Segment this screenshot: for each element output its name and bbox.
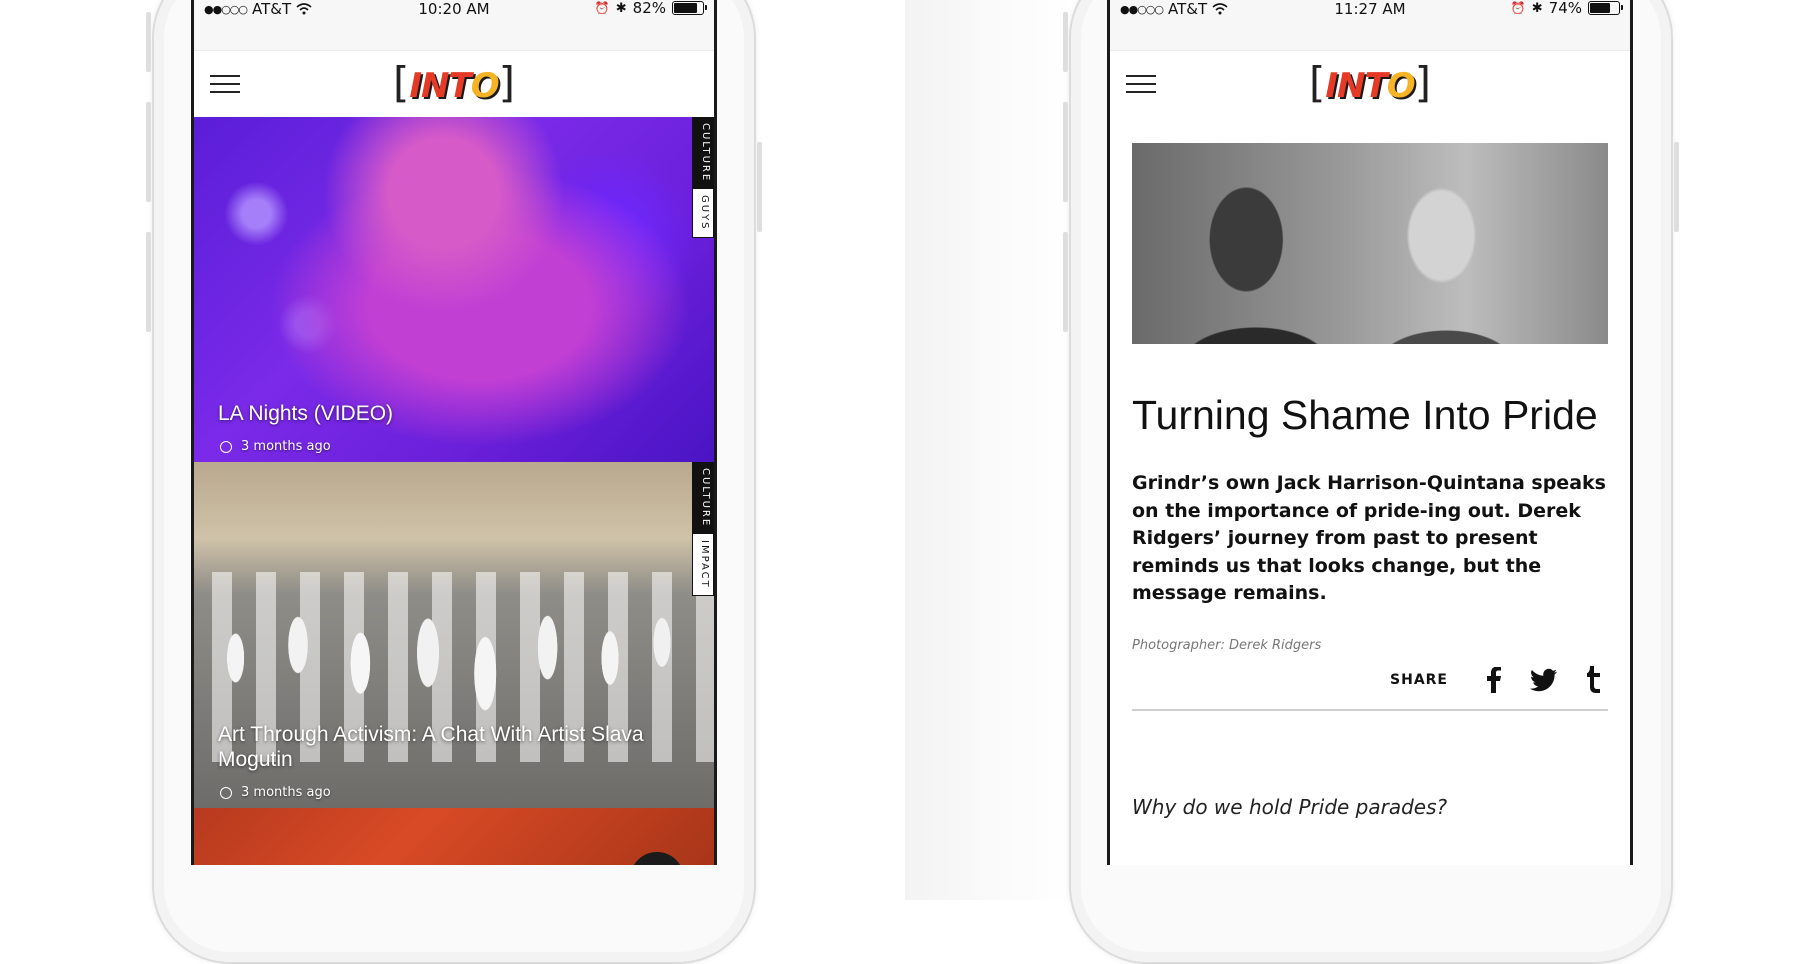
status-right: ⏰ ✱ 82% — [594, 0, 707, 17]
volume-down-button — [1063, 232, 1068, 332]
card-time: 3 months ago — [241, 439, 331, 454]
logo-text: INTO — [409, 66, 499, 106]
battery-percent: 82% — [632, 0, 666, 17]
volume-up-button — [146, 102, 151, 202]
phone-frame-right: ●●○○○ AT&T 11:27 AM ⏰ ✱ 74% [INTO] Turni… — [1063, 0, 1679, 964]
power-button — [757, 142, 762, 232]
tag-impact[interactable]: IMPACT — [692, 533, 714, 596]
into-logo[interactable]: [INTO] — [194, 61, 714, 108]
chat-badge-icon[interactable] — [630, 852, 684, 865]
card-tags: CULTURE GUYS — [692, 117, 714, 238]
status-bar: ●●○○○ AT&T 11:27 AM ⏰ ✱ 74% — [1110, 0, 1630, 50]
card-time: 3 months ago — [241, 785, 331, 800]
app-header: [INTO] — [194, 50, 714, 117]
logo-text: INTO — [1325, 66, 1415, 106]
status-bar: ●●○○○ AT&T 10:20 AM ⏰ ✱ 82% — [194, 0, 714, 50]
bluetooth-icon: ✱ — [615, 0, 627, 16]
tag-culture[interactable]: CULTURE — [692, 117, 714, 189]
tag-guys[interactable]: GUYS — [692, 188, 714, 238]
bluetooth-icon: ✱ — [1531, 0, 1543, 16]
volume-up-button — [1063, 102, 1068, 202]
feed-card[interactable]: CULTURE GUYS LA Nights (VIDEO) 3 months … — [194, 117, 714, 462]
clock-icon — [220, 786, 232, 799]
clock-icon — [220, 440, 232, 453]
battery-icon — [672, 1, 707, 15]
app-header: [INTO] — [1110, 50, 1630, 117]
article-question: Why do we hold Pride parades? — [1132, 794, 1448, 819]
card-meta: 3 months ago — [220, 785, 331, 800]
share-bar: SHARE — [1132, 665, 1608, 711]
phone-frame-left: ●●○○○ AT&T 10:20 AM ⏰ ✱ 82% [INTO] CULTU… — [146, 0, 762, 964]
power-button — [1674, 142, 1679, 232]
battery-icon — [1588, 1, 1623, 15]
tumblr-icon[interactable] — [1580, 665, 1608, 695]
card-title[interactable]: Art Through Activism: A Chat With Artist… — [218, 722, 664, 772]
article-hero-image — [1132, 143, 1608, 344]
alarm-icon: ⏰ — [1510, 1, 1526, 15]
status-right: ⏰ ✱ 74% — [1510, 0, 1623, 17]
screen-article: ●●○○○ AT&T 11:27 AM ⏰ ✱ 74% [INTO] Turni… — [1107, 0, 1633, 865]
alarm-icon: ⏰ — [594, 1, 610, 15]
article: Turning Shame Into Pride Grindr’s own Ja… — [1110, 117, 1630, 819]
share-label: SHARE — [1390, 671, 1448, 688]
mute-switch — [146, 12, 151, 72]
feed-card[interactable] — [194, 808, 714, 865]
battery-percent: 74% — [1548, 0, 1582, 17]
card-tags: CULTURE IMPACT — [692, 462, 714, 596]
card-meta: 3 months ago — [220, 439, 331, 454]
background-shadow — [905, 0, 1075, 900]
photo-credit: Photographer: Derek Ridgers — [1132, 637, 1322, 653]
volume-down-button — [146, 232, 151, 332]
into-logo[interactable]: [INTO] — [1110, 61, 1630, 108]
article-title: Turning Shame Into Pride — [1132, 392, 1598, 438]
facebook-icon[interactable] — [1480, 665, 1508, 695]
card-title[interactable]: LA Nights (VIDEO) — [218, 401, 664, 426]
mute-switch — [1063, 12, 1068, 72]
tag-culture[interactable]: CULTURE — [692, 462, 714, 534]
screen-feed: ●●○○○ AT&T 10:20 AM ⏰ ✱ 82% [INTO] CULTU… — [191, 0, 717, 865]
feed-card[interactable]: CULTURE IMPACT Art Through Activism: A C… — [194, 462, 714, 808]
twitter-icon[interactable] — [1530, 665, 1558, 695]
article-lede: Grindr’s own Jack Harrison-Quintana spea… — [1132, 472, 1606, 604]
